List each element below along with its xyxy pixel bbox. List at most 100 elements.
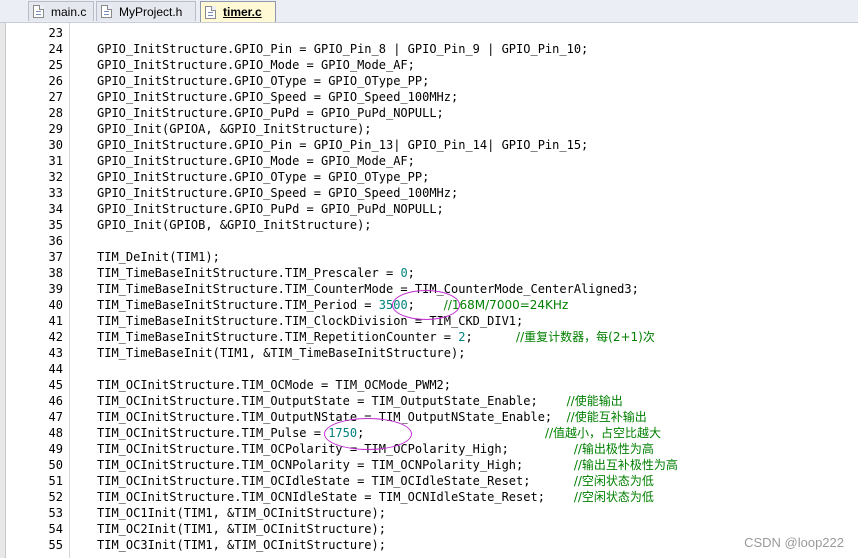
code-comment: //空闲状态为低 [573, 474, 654, 488]
line-number: 47 [48, 410, 63, 424]
c-file-icon [33, 5, 44, 18]
line-number: 25 [48, 58, 63, 72]
code-line: GPIO_InitStructure.GPIO_OType = GPIO_OTy… [97, 169, 429, 185]
code-text: GPIO_Init(GPIOB, &GPIO_InitStructure); [97, 218, 372, 232]
line-number: 27 [48, 90, 63, 104]
code-text: GPIO_InitStructure.GPIO_Mode = GPIO_Mode… [97, 58, 415, 72]
line-number: 34 [48, 202, 63, 216]
code-text: GPIO_InitStructure.GPIO_PuPd = GPIO_PuPd… [97, 106, 444, 120]
line-number: 28 [48, 106, 63, 120]
annotation-circle-pulse [324, 418, 412, 450]
code-line: GPIO_Init(GPIOB, &GPIO_InitStructure); [97, 217, 372, 233]
line-number: 44 [48, 362, 63, 376]
line-number: 26 [48, 74, 63, 88]
code-text: TIM_TimeBaseInitStructure.TIM_ClockDivis… [97, 314, 524, 328]
line-number: 51 [48, 474, 63, 488]
code-line: TIM_TimeBaseInitStructure.TIM_CounterMod… [97, 281, 639, 297]
code-line: GPIO_InitStructure.GPIO_PuPd = GPIO_PuPd… [97, 105, 444, 121]
tab-label: main.c [51, 4, 87, 19]
code-text: TIM_DeInit(TIM1); [97, 250, 220, 264]
code-text: GPIO_InitStructure.GPIO_Mode = GPIO_Mode… [97, 154, 415, 168]
code-text: TIM_OCInitStructure.TIM_OutputState = TI… [97, 394, 567, 408]
line-number: 33 [48, 186, 63, 200]
header-file-icon [101, 5, 112, 18]
code-editor[interactable]: 23 24 GPIO_InitStructure.GPIO_Pin = GPIO_P… [0, 23, 858, 558]
code-line: GPIO_InitStructure.GPIO_PuPd = GPIO_PuPd… [97, 201, 444, 217]
line-number: 52 [48, 490, 63, 504]
line-number: 43 [48, 346, 63, 360]
line-number: 29 [48, 122, 63, 136]
code-line: TIM_OC1Init(TIM1, &TIM_OCInitStructure); [97, 505, 386, 521]
code-line: TIM_TimeBaseInitStructure.TIM_ClockDivis… [97, 313, 523, 329]
code-text: GPIO_InitStructure.GPIO_OType = GPIO_OTy… [97, 74, 430, 88]
code-line: TIM_OCInitStructure.TIM_OCIdleState = TI… [97, 473, 654, 489]
code-line: TIM_OCInitStructure.TIM_OCMode = TIM_OCM… [97, 377, 451, 393]
code-comment: //输出互补极性为高 [573, 458, 678, 472]
line-number: 41 [48, 314, 63, 328]
file-tab-bar: main.c MyProject.h timer.c [0, 0, 858, 23]
line-number: 36 [48, 234, 63, 248]
tab-label: timer.c [223, 5, 262, 19]
code-text: GPIO_InitStructure.GPIO_Speed = GPIO_Spe… [97, 90, 459, 104]
line-number: 42 [48, 330, 63, 344]
line-number: 53 [48, 506, 63, 520]
code-comment: //值越小，占空比越大 [544, 426, 662, 440]
code-line: GPIO_InitStructure.GPIO_Mode = GPIO_Mode… [97, 153, 415, 169]
line-number: 31 [48, 154, 63, 168]
code-tail: ; [465, 330, 517, 344]
code-line: TIM_TimeBaseInitStructure.TIM_Prescaler … [97, 265, 415, 281]
code-text: TIM_OCInitStructure.TIM_OCNIdleState = T… [97, 490, 574, 504]
code-line: TIM_TimeBaseInitStructure.TIM_Repetition… [97, 329, 655, 345]
line-number: 54 [48, 522, 63, 536]
code-text: GPIO_InitStructure.GPIO_Pin = GPIO_Pin_8… [97, 42, 589, 56]
code-text: TIM_OCInitStructure.TIM_Pulse = [97, 426, 329, 440]
line-number: 55 [48, 538, 63, 552]
line-number: 24 [48, 42, 63, 56]
code-text: TIM_OC1Init(TIM1, &TIM_OCInitStructure); [97, 506, 386, 520]
code-line: GPIO_InitStructure.GPIO_Mode = GPIO_Mode… [97, 57, 415, 73]
code-line: GPIO_Init(GPIOA, &GPIO_InitStructure); [97, 121, 372, 137]
tab-myproject-h[interactable]: MyProject.h [96, 1, 196, 21]
code-text: TIM_TimeBaseInit(TIM1, &TIM_TimeBaseInit… [97, 346, 466, 360]
code-line: TIM_OCInitStructure.TIM_OCNIdleState = T… [97, 489, 654, 505]
code-comment: //重复计数器，每(2+1)次 [516, 330, 655, 344]
line-number: 45 [48, 378, 63, 392]
code-text: GPIO_InitStructure.GPIO_Speed = GPIO_Spe… [97, 186, 459, 200]
line-number: 48 [48, 426, 63, 440]
line-number: 39 [48, 282, 63, 296]
line-number: 30 [48, 138, 63, 152]
code-text: GPIO_InitStructure.GPIO_PuPd = GPIO_PuPd… [97, 202, 444, 216]
line-number: 40 [48, 298, 63, 312]
code-text: TIM_TimeBaseInitStructure.TIM_Period = [97, 298, 379, 312]
code-line: TIM_TimeBaseInitStructure.TIM_Period = 3… [97, 297, 568, 313]
code-text: GPIO_InitStructure.GPIO_Pin = GPIO_Pin_1… [97, 138, 589, 152]
code-line: GPIO_InitStructure.GPIO_Speed = GPIO_Spe… [97, 185, 458, 201]
c-file-icon [205, 5, 216, 19]
code-comment: //使能互补输出 [566, 410, 647, 424]
code-line: GPIO_InitStructure.GPIO_OType = GPIO_OTy… [97, 73, 429, 89]
code-text: TIM_OC3Init(TIM1, &TIM_OCInitStructure); [97, 538, 386, 552]
code-text: TIM_OCInitStructure.TIM_OCIdleState = TI… [97, 474, 574, 488]
line-number: 37 [48, 250, 63, 264]
line-number: 32 [48, 170, 63, 184]
code-line: TIM_OC3Init(TIM1, &TIM_OCInitStructure); [97, 537, 386, 553]
code-text: TIM_TimeBaseInitStructure.TIM_Prescaler … [97, 266, 401, 280]
annotation-circle-period [392, 290, 460, 320]
code-line: TIM_OCInitStructure.TIM_OutputState = TI… [97, 393, 623, 409]
line-number: 49 [48, 442, 63, 456]
code-text: TIM_TimeBaseInitStructure.TIM_Repetition… [97, 330, 459, 344]
code-comment: //空闲状态为低 [573, 490, 654, 504]
code-text: TIM_OCInitStructure.TIM_OCMode = TIM_OCM… [97, 378, 452, 392]
code-comment: //输出极性为高 [573, 442, 654, 456]
numeric-literal: 0 [400, 266, 408, 280]
tab-main-c[interactable]: main.c [28, 1, 94, 21]
watermark: CSDN @loop222 [744, 535, 844, 550]
tab-timer-c[interactable]: timer.c [200, 1, 276, 22]
line-number: 46 [48, 394, 63, 408]
code-line: GPIO_InitStructure.GPIO_Pin = GPIO_Pin_8… [97, 41, 588, 57]
code-line: TIM_DeInit(TIM1); [97, 249, 220, 265]
code-text: TIM_OC2Init(TIM1, &TIM_OCInitStructure); [97, 522, 386, 536]
code-text: GPIO_Init(GPIOA, &GPIO_InitStructure); [97, 122, 372, 136]
code-line: TIM_OCInitStructure.TIM_OCNPolarity = TI… [97, 457, 678, 473]
code-comment: //使能输出 [566, 394, 623, 408]
